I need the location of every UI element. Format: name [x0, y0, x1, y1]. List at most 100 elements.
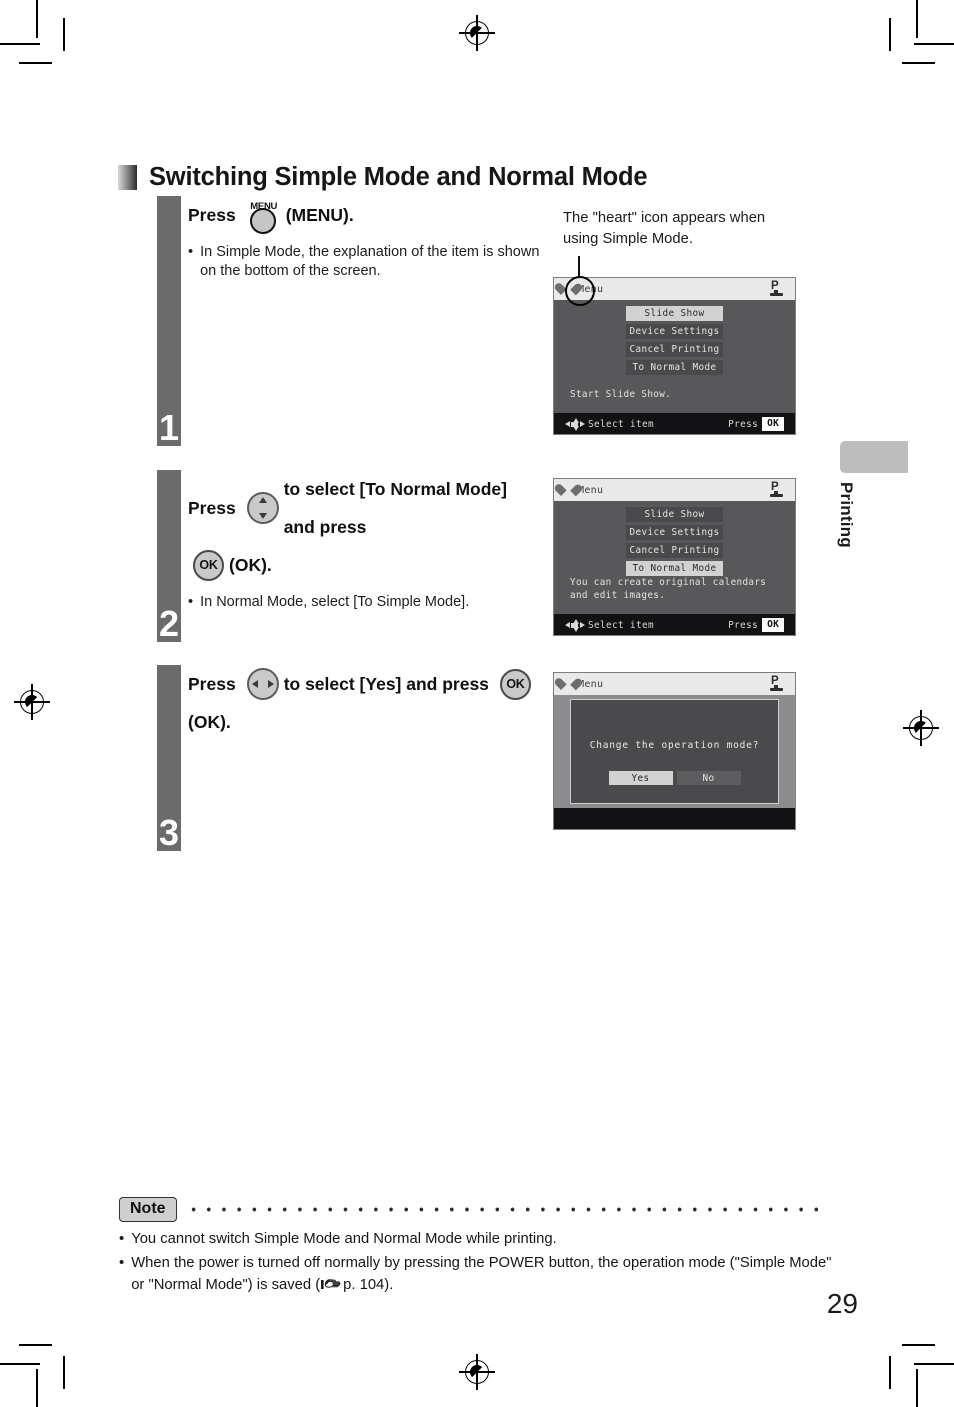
- step-3-title-pre: Press: [188, 674, 236, 694]
- heading-square-icon: [118, 165, 137, 190]
- step-2-title-post: (OK).: [229, 555, 272, 575]
- step-3-title-post: (OK).: [188, 712, 231, 732]
- step-2-number: 2: [158, 603, 180, 644]
- menu-item-to-normal-mode[interactable]: To Normal Mode: [626, 561, 723, 576]
- bullet-glyph: •: [119, 1231, 125, 1247]
- lcd-2-footer-left: Select item: [588, 619, 654, 631]
- up-down-button-icon[interactable]: [246, 492, 279, 524]
- menu-item-cancel-printing[interactable]: Cancel Printing: [626, 543, 723, 558]
- lcd-1-body: Slide Show Device Settings Cancel Printi…: [554, 300, 795, 413]
- arrow-down-icon: [258, 513, 267, 519]
- page-number: 29: [826, 1288, 858, 1319]
- crop-mark-tl-h1: [0, 43, 40, 45]
- heart-icon: [561, 483, 576, 497]
- step-3-number-bar: 3: [157, 665, 181, 851]
- lcd-1-ok-badge: OK: [762, 417, 784, 431]
- registration-mark-bottom: [459, 1354, 495, 1390]
- note-content: • You cannot switch Simple Mode and Norm…: [119, 1228, 839, 1298]
- step-1-title-post: (MENU).: [285, 205, 354, 225]
- lcd-screen-3: Menu P Change the operation mode? Yes No: [553, 672, 796, 830]
- lcd-screen-2: Menu P Slide Show Device Settings Cancel…: [553, 478, 796, 636]
- ok-button-icon[interactable]: OK: [499, 668, 531, 700]
- crop-mark-bl-h1: [0, 1363, 40, 1365]
- note-item-2-text: When the power is turned off normally by…: [131, 1252, 839, 1297]
- heart-callout-text: The "heart" icon appears when using Simp…: [563, 210, 766, 247]
- lcd-3-titlebar: Menu P: [554, 673, 795, 695]
- step-1-number: 1: [158, 407, 180, 448]
- dpad-icon: [565, 417, 585, 431]
- step-2-bullet: • In Normal Mode, select [To Simple Mode…: [188, 593, 558, 612]
- note-badge: Note: [119, 1197, 177, 1222]
- menu-item-slide-show[interactable]: Slide Show: [626, 306, 723, 321]
- step-1-number-bar: 1: [157, 196, 181, 446]
- lcd-1-footer-right: Press: [728, 418, 759, 430]
- registration-mark-top: [459, 15, 495, 51]
- crop-mark-tl-h2: [19, 62, 52, 64]
- crop-mark-tl-v1: [36, 0, 38, 38]
- pointing-hand-icon: [321, 1278, 342, 1291]
- menu-item-slide-show[interactable]: Slide Show: [626, 507, 723, 522]
- bullet-glyph: •: [188, 594, 194, 610]
- step-1-title: Press MENU (MENU).: [188, 196, 558, 234]
- step-1-bullet: • In Simple Mode, the explanation of the…: [188, 243, 558, 281]
- note-item-1: • You cannot switch Simple Mode and Norm…: [119, 1228, 839, 1251]
- step-1-bullet-text: In Simple Mode, the explanation of the i…: [200, 244, 540, 279]
- step-3-title-mid: to select [Yes] and press: [283, 674, 489, 694]
- dialog-yes-button[interactable]: Yes: [608, 771, 673, 785]
- left-right-button-icon[interactable]: [246, 668, 279, 700]
- printer-p-icon: P: [769, 280, 786, 298]
- page-title: Switching Simple Mode and Normal Mode: [149, 163, 648, 191]
- crop-mark-bl-v2: [63, 1356, 65, 1389]
- step-2-body: Press to select [To Normal Mode] and pre…: [188, 470, 558, 612]
- lcd-2-titlebar: Menu P: [554, 479, 795, 501]
- confirm-dialog: Change the operation mode? Yes No: [570, 699, 779, 804]
- step-1-body: Press MENU (MENU). • In Simple Mode, the…: [188, 196, 558, 281]
- note-dotted-rule: [185, 1207, 825, 1212]
- step-3-number: 3: [158, 812, 180, 853]
- lcd-2-ok-badge: OK: [762, 618, 784, 632]
- step-2-title-pre: Press: [188, 498, 236, 518]
- lcd-2-description: You can create original calendars and ed…: [570, 577, 767, 601]
- crop-mark-bl-h2: [19, 1344, 52, 1346]
- menu-button-circle: [249, 208, 276, 234]
- crop-mark-br-h1: [914, 1363, 954, 1365]
- crop-mark-bl-v1: [36, 1369, 38, 1407]
- crop-mark-br-v1: [916, 1369, 918, 1407]
- dialog-no-button[interactable]: No: [676, 771, 741, 785]
- registration-mark-right: [903, 710, 939, 746]
- lcd-1-footer: Select item Press OK: [554, 413, 795, 434]
- lcd-3-body: Change the operation mode? Yes No: [554, 695, 795, 808]
- menu-item-cancel-printing[interactable]: Cancel Printing: [626, 342, 723, 357]
- arrow-right-icon: [267, 680, 274, 688]
- note-item-1-text: You cannot switch Simple Mode and Normal…: [131, 1231, 557, 1247]
- crop-mark-tl-v2: [63, 18, 65, 51]
- heart-highlight-circle: [565, 276, 595, 306]
- step-2-title: Press to select [To Normal Mode] and pre…: [188, 470, 558, 584]
- ok-button-icon[interactable]: OK: [193, 549, 224, 581]
- step-1-title-pre: Press: [188, 205, 236, 225]
- note-item-2-ref: p. 104).: [343, 1277, 394, 1293]
- dialog-button-row: Yes No: [571, 771, 778, 785]
- bullet-glyph: •: [119, 1254, 125, 1271]
- menu-item-device-settings[interactable]: Device Settings: [626, 525, 723, 540]
- heart-icon: [561, 677, 576, 691]
- note-item-2-pre: When the power is turned off normally by…: [131, 1254, 832, 1294]
- menu-button-icon[interactable]: MENU: [247, 198, 281, 234]
- menu-item-to-normal-mode[interactable]: To Normal Mode: [626, 360, 723, 375]
- crop-mark-tr-h2: [902, 62, 935, 64]
- step-2-title-mid: to select [To Normal Mode] and press: [283, 479, 507, 537]
- menu-item-device-settings[interactable]: Device Settings: [626, 324, 723, 339]
- side-tab-label: Printing: [837, 482, 856, 548]
- printer-p-icon: P: [769, 481, 786, 499]
- side-tab-printing: [840, 441, 908, 473]
- note-item-2: • When the power is turned off normally …: [119, 1252, 839, 1297]
- dpad-icon: [565, 618, 585, 632]
- lcd-3-footer: [554, 808, 795, 829]
- bullet-glyph: •: [188, 244, 194, 260]
- lcd-2-footer-right: Press: [728, 619, 759, 631]
- lcd-1-footer-left: Select item: [588, 418, 654, 430]
- step-2-number-bar: 2: [157, 470, 181, 642]
- step-3-body: Press to select [Yes] and press OK (OK).: [188, 665, 558, 741]
- arrow-up-icon: [258, 497, 267, 503]
- note-header: Note: [119, 1197, 825, 1222]
